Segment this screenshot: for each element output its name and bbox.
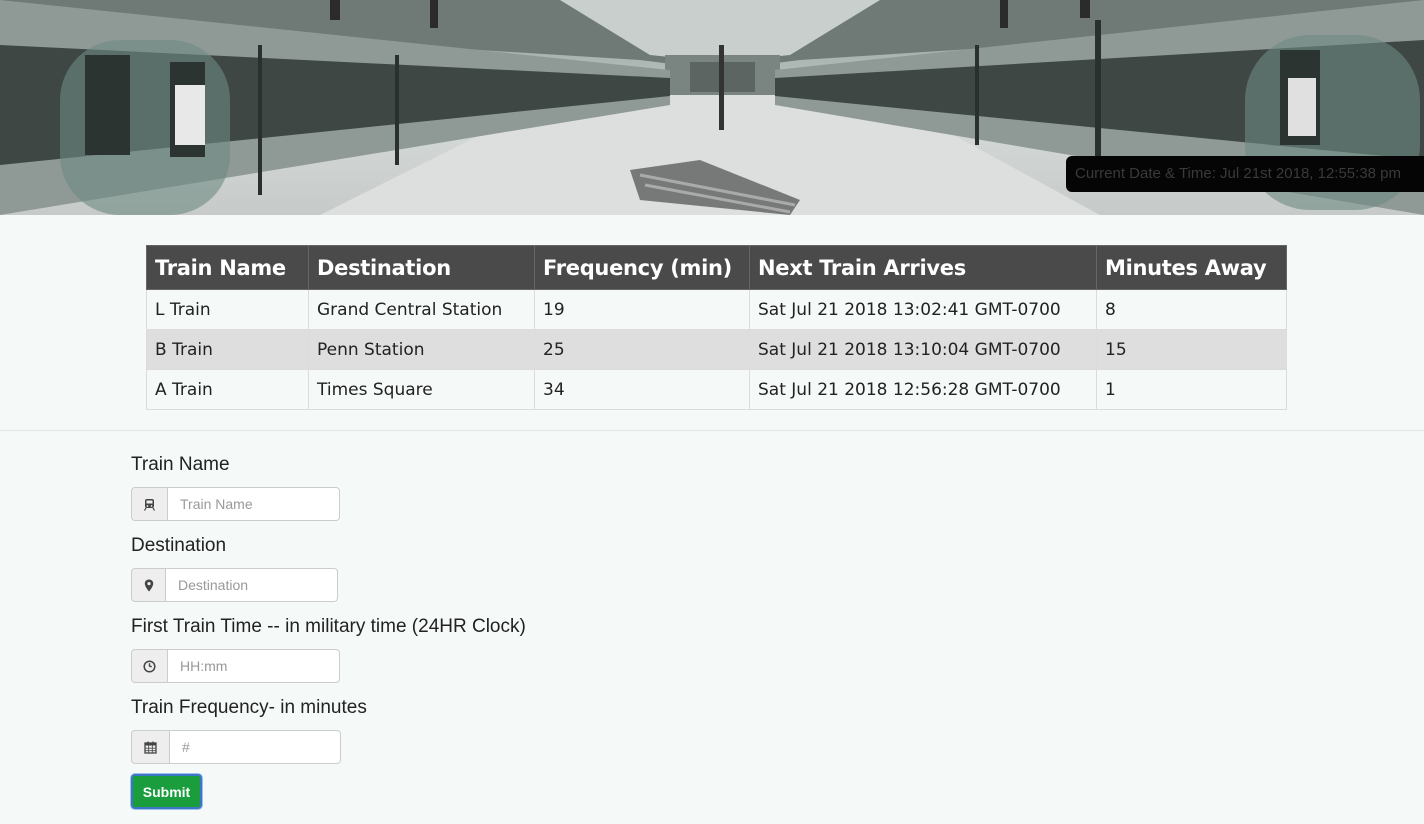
column-header-destination: Destination	[308, 245, 535, 290]
cell-train-name: A Train	[146, 369, 309, 410]
cell-destination: Grand Central Station	[308, 289, 535, 330]
submit-button[interactable]: Submit	[131, 774, 202, 809]
cell-frequency: 25	[534, 329, 750, 370]
column-header-next-arrival: Next Train Arrives	[749, 245, 1097, 290]
train-name-group: Train Name	[131, 454, 340, 521]
train-icon	[131, 487, 168, 521]
table-row: A Train Times Square 34 Sat Jul 21 2018 …	[146, 369, 1287, 410]
destination-label: Destination	[131, 535, 227, 556]
destination-group: Destination	[131, 535, 338, 602]
table-row: B Train Penn Station 25 Sat Jul 21 2018 …	[146, 329, 1287, 370]
column-header-minutes-away: Minutes Away	[1096, 245, 1287, 290]
first-train-time-label: First Train Time -- in military time (24…	[131, 616, 526, 637]
cell-frequency: 34	[534, 369, 750, 410]
clock-icon	[131, 649, 168, 683]
destination-input[interactable]	[166, 568, 338, 602]
first-train-time-input-group	[131, 649, 340, 683]
section-divider	[0, 430, 1424, 431]
cell-minutes-away: 15	[1096, 329, 1287, 370]
table-row: L Train Grand Central Station 19 Sat Jul…	[146, 289, 1287, 330]
first-train-time-group: First Train Time -- in military time (24…	[131, 616, 526, 683]
cell-next-arrival: Sat Jul 21 2018 13:10:04 GMT-0700	[749, 329, 1097, 370]
frequency-group: Train Frequency- in minutes	[131, 697, 367, 764]
cell-next-arrival: Sat Jul 21 2018 13:02:41 GMT-0700	[749, 289, 1097, 330]
column-header-frequency: Frequency (min)	[534, 245, 750, 290]
current-datetime: Current Date & Time: Jul 21st 2018, 12:5…	[1066, 156, 1424, 192]
cell-next-arrival: Sat Jul 21 2018 12:56:28 GMT-0700	[749, 369, 1097, 410]
column-header-train-name: Train Name	[146, 245, 309, 290]
cell-minutes-away: 8	[1096, 289, 1287, 330]
destination-input-group	[131, 568, 338, 602]
train-schedule: Train Name Destination Frequency (min) N…	[146, 245, 1287, 410]
cell-train-name: B Train	[146, 329, 309, 370]
table-header-row: Train Name Destination Frequency (min) N…	[146, 245, 1287, 290]
cell-frequency: 19	[534, 289, 750, 330]
calendar-icon	[131, 730, 170, 764]
train-table: Train Name Destination Frequency (min) N…	[146, 245, 1287, 410]
map-marker-icon	[131, 568, 166, 602]
frequency-input[interactable]	[170, 730, 341, 764]
cell-minutes-away: 1	[1096, 369, 1287, 410]
train-name-label: Train Name	[131, 454, 230, 475]
first-train-time-input[interactable]	[168, 649, 340, 683]
cell-train-name: L Train	[146, 289, 309, 330]
train-name-input-group	[131, 487, 340, 521]
train-name-input[interactable]	[168, 487, 340, 521]
cell-destination: Times Square	[308, 369, 535, 410]
hero-banner: Current Date & Time: Jul 21st 2018, 12:5…	[0, 0, 1424, 215]
frequency-input-group	[131, 730, 341, 764]
frequency-label: Train Frequency- in minutes	[131, 697, 367, 718]
cell-destination: Penn Station	[308, 329, 535, 370]
